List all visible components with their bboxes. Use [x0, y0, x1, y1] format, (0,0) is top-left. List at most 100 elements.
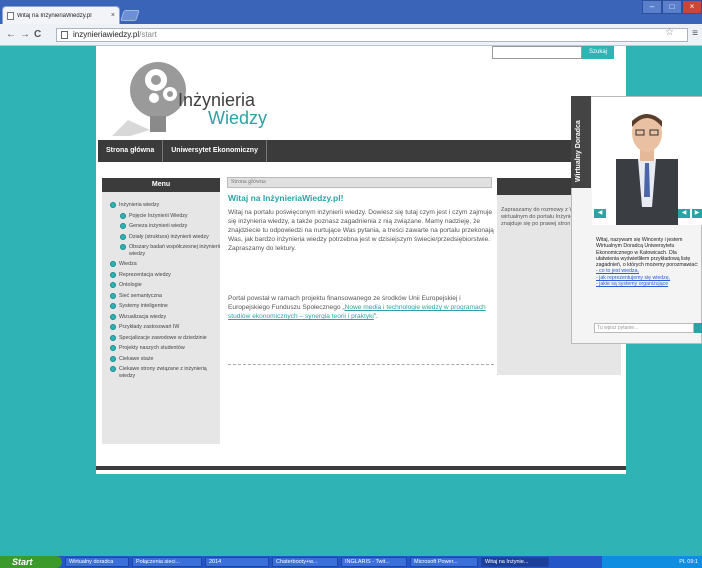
- bullet-icon: [110, 366, 116, 372]
- sidebar-item-label: Obszary badań współczesnej inżynierii wi…: [129, 244, 220, 257]
- bullet-icon: [110, 355, 116, 362]
- bullet-icon: [110, 202, 116, 208]
- sidebar-item-label: Pojęcie Inżynierii Wiedzy: [129, 212, 188, 219]
- browser-menu-icon[interactable]: ≡: [692, 28, 698, 39]
- main-navigation: Strona główna Uniwersytet Ekonomiczny: [98, 140, 624, 162]
- browser-toolbar: ← → C inzynieriawiedzy.pl/start ☆ ≡: [0, 24, 702, 46]
- bookmark-star-icon[interactable]: ☆: [665, 27, 674, 38]
- sidebar-item-related-sites[interactable]: Ciekawe strony związane z inżynierią wie…: [110, 366, 220, 379]
- bullet-icon: [110, 334, 116, 341]
- advisor-sound-icon[interactable]: ◀: [678, 209, 690, 218]
- sidebar-item-ontologies[interactable]: Ontologie: [110, 282, 220, 289]
- bullet-icon: [110, 271, 116, 278]
- window-minimize-button[interactable]: –: [642, 0, 662, 14]
- bullet-icon: [110, 261, 116, 267]
- taskbar-item-advisor[interactable]: Wirtualny doradca: [65, 557, 129, 567]
- sidebar-item-label: Geneza inżynierii wiedzy: [129, 223, 188, 229]
- project-paragraph: Portal powstał w ramach projektu finanso…: [228, 294, 494, 321]
- advisor-next-arrow-icon[interactable]: ▶: [692, 209, 702, 218]
- taskbar-item-network[interactable]: Połączenia sieci...: [132, 557, 202, 567]
- bullet-icon: [120, 223, 126, 229]
- back-arrow-icon[interactable]: ←: [6, 28, 16, 42]
- bullet-icon: [110, 313, 116, 320]
- sidebar-title: Menu: [102, 178, 220, 192]
- url-path: /start: [139, 30, 157, 39]
- sidebar-item-research-areas[interactable]: Obszary badań współczesnej inżynierii wi…: [110, 244, 220, 257]
- sidebar-item-visualization[interactable]: Wizualizacja wiedzy: [110, 313, 220, 321]
- sidebar-item-label: Przykłady zastosowań IW: [119, 324, 180, 330]
- site-search-input[interactable]: [492, 46, 582, 59]
- sidebar-item-label: Sieć semantyczna: [119, 292, 162, 299]
- sidebar-item-label: Inżynieria wiedzy: [119, 202, 160, 208]
- bullet-icon: [110, 345, 116, 351]
- sidebar-item-structure[interactable]: Działy (struktura) inżynierii wiedzy: [110, 233, 220, 241]
- advisor-send-button[interactable]: [694, 323, 702, 333]
- sidebar-item-applications[interactable]: Przykłady zastosowań IW: [110, 324, 220, 331]
- bullet-icon: [120, 244, 126, 250]
- system-tray: PL 09:1: [602, 556, 702, 568]
- reload-icon[interactable]: C: [34, 28, 41, 42]
- tab-title: Witaj na InzynieriaWiedzy.pl: [17, 12, 92, 19]
- window-close-button[interactable]: ×: [682, 0, 702, 14]
- taskbar-item-inglaris[interactable]: INGLARIS - Twit...: [341, 557, 407, 567]
- sidebar-item-knowledge[interactable]: Wiedza: [110, 261, 220, 268]
- browser-tab[interactable]: Witaj na InzynieriaWiedzy.pl ×: [2, 6, 120, 24]
- taskbar-item-browser[interactable]: Witaj na Inżynie...: [481, 557, 549, 567]
- brand-name-line2: Wiedzy: [208, 108, 268, 128]
- bullet-icon: [110, 282, 116, 288]
- language-indicator[interactable]: PL: [679, 559, 686, 565]
- windows-taskbar: Start Wirtualny doradca Połączenia sieci…: [0, 556, 702, 568]
- page-title: Witaj na InżynieriaWiedzy.pl!: [228, 193, 344, 203]
- bullet-icon: [110, 324, 116, 330]
- virtual-advisor-tab[interactable]: Wirtualny Doradca: [571, 96, 591, 188]
- sidebar-item-label: Wizualizacja wiedzy: [119, 313, 167, 320]
- page-icon: [61, 31, 68, 39]
- sidebar-item-label: Ciekawe strony związane z inżynierią wie…: [119, 366, 207, 379]
- bullet-icon: [110, 303, 116, 309]
- intro-paragraph: Witaj na portalu poświęconym inżynierii …: [228, 209, 494, 252]
- advisor-avatar: [592, 97, 702, 225]
- sidebar-item-specializations[interactable]: Specjalizacje zawodowe w dziedzinie: [110, 334, 220, 342]
- virtual-advisor-tab-label: Wirtualny Doradca: [575, 120, 582, 182]
- sidebar-item-label: Reprezentacja wiedzy: [119, 271, 171, 278]
- address-bar[interactable]: inzynieriawiedzy.pl/start: [56, 28, 688, 42]
- sidebar-item-label: Ontologie: [119, 282, 142, 288]
- new-tab-button[interactable]: [120, 10, 140, 21]
- sidebar-item-representation[interactable]: Reprezentacja wiedzy: [110, 271, 220, 279]
- sidebar-item-label: Projekty naszych studentów: [119, 345, 185, 351]
- sidebar-item-label: Systemy inteligentne: [119, 303, 168, 309]
- nav-item-university[interactable]: Uniwersytet Ekonomiczny: [163, 140, 267, 162]
- sidebar-item-label: Wiedza: [119, 261, 137, 267]
- sidebar-item-semantic-network[interactable]: Sieć semantyczna: [110, 292, 220, 300]
- sidebar-item-knowledge-engineering[interactable]: Inżynieria wiedzy: [110, 202, 220, 209]
- browser-tabbar: Witaj na InzynieriaWiedzy.pl × – □ ×: [0, 0, 702, 24]
- search-button[interactable]: Szukaj: [582, 46, 614, 59]
- url-host: inzynieriawiedzy.pl: [73, 30, 140, 39]
- advisor-prev-arrow-icon[interactable]: ◀: [594, 209, 606, 218]
- bullet-icon: [110, 292, 116, 299]
- taskbar-item-folder[interactable]: 2014: [205, 557, 269, 567]
- sidebar-item-intelligent-systems[interactable]: Systemy inteligentne: [110, 303, 220, 310]
- footer-bar: [96, 466, 626, 470]
- project-text-end: ”.: [373, 313, 378, 320]
- window-maximize-button[interactable]: □: [662, 0, 682, 14]
- site-header: Inżynieria Wiedzy Szukaj: [96, 46, 626, 140]
- taskbar-item-powerpoint[interactable]: Microsoft Power...: [410, 557, 478, 567]
- bullet-icon: [120, 233, 126, 240]
- sidebar-item-concept[interactable]: Pojęcie Inżynierii Wiedzy: [110, 212, 220, 220]
- taskbar-item-chaterbooty[interactable]: Chaterbooty+w...: [272, 557, 338, 567]
- clock: 09:1: [687, 559, 698, 565]
- sidebar-item-label: Specjalizacje zawodowe w dziedzinie: [119, 334, 207, 341]
- advisor-topic-link[interactable]: - jakie są systemy organizujące: [596, 281, 700, 287]
- advisor-question-input[interactable]: Tu wpisz pytanie...: [594, 323, 694, 333]
- sidebar-item-genesis[interactable]: Geneza inżynierii wiedzy: [110, 223, 220, 230]
- page-favicon-icon: [7, 11, 14, 20]
- forward-arrow-icon[interactable]: →: [20, 28, 30, 42]
- nav-item-home[interactable]: Strona główna: [98, 140, 164, 162]
- sidebar-item-internships[interactable]: Ciekawe staże: [110, 355, 220, 363]
- start-button[interactable]: Start: [0, 556, 62, 568]
- sidebar-item-student-projects[interactable]: Projekty naszych studentów: [110, 345, 220, 352]
- tab-close-icon[interactable]: ×: [111, 12, 115, 19]
- sidebar-menu: Menu Inżynieria wiedzy Pojęcie Inżynieri…: [102, 178, 220, 444]
- bullet-icon: [120, 212, 126, 219]
